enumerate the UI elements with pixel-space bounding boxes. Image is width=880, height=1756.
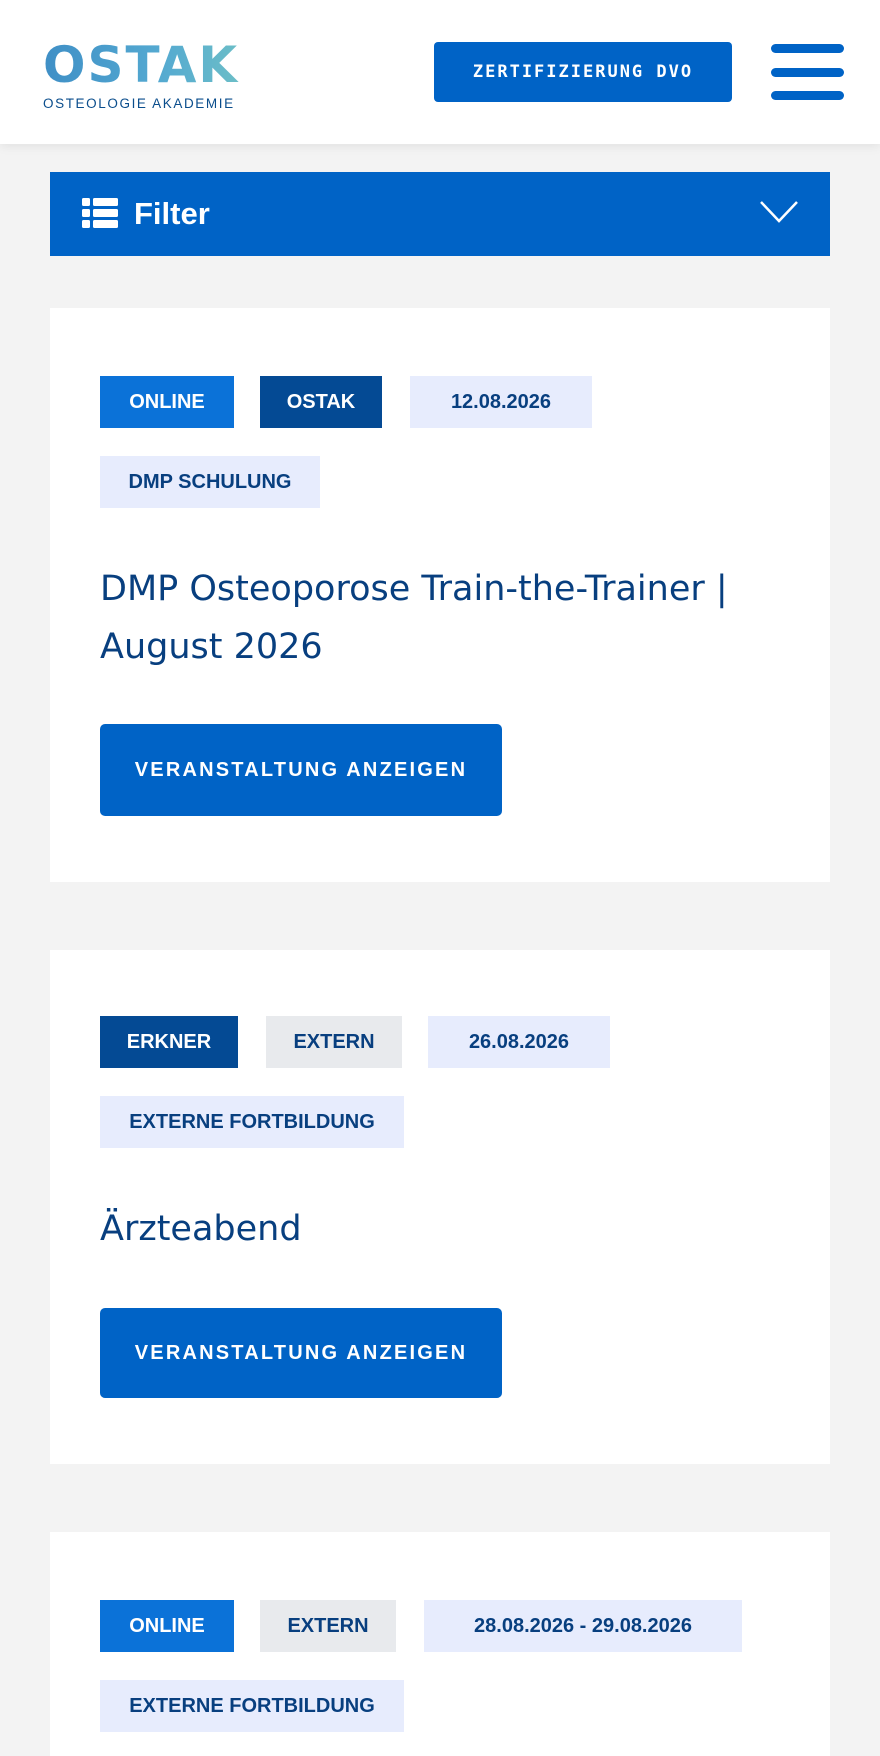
filter-toggle[interactable]: Filter xyxy=(50,172,830,256)
tag-format: ONLINE xyxy=(100,376,234,428)
tag-date: 12.08.2026 xyxy=(410,376,592,428)
menu-bar xyxy=(771,91,844,100)
logo-wordmark: OSTAK xyxy=(43,40,253,90)
tag-format: ONLINE xyxy=(100,1600,234,1652)
event-title: Ärzteabend xyxy=(100,1209,302,1249)
list-icon xyxy=(82,198,118,228)
tag-category: EXTERNE FORTBILDUNG xyxy=(100,1096,404,1148)
zertifizierung-dvo-button[interactable]: ZERTIFIZIERUNG DVO xyxy=(434,42,732,102)
filter-label: Filter xyxy=(134,196,210,231)
hamburger-menu-icon[interactable] xyxy=(771,44,844,100)
menu-bar xyxy=(771,67,844,77)
tag-organizer: EXTERN xyxy=(260,1600,396,1652)
tag-location: ERKNER xyxy=(100,1016,238,1068)
site-header: OSTAK OSTEOLOGIE AKADEMIE ZERTIFIZIERUNG… xyxy=(0,0,880,144)
tag-date: 28.08.2026 - 29.08.2026 xyxy=(424,1600,742,1652)
logo-subtitle: OSTEOLOGIE AKADEMIE xyxy=(43,96,235,111)
view-event-button[interactable]: VERANSTALTUNG ANZEIGEN xyxy=(100,724,502,816)
event-card: ONLINE OSTAK 12.08.2026 DMP SCHULUNG DMP… xyxy=(50,308,830,882)
tag-category: EXTERNE FORTBILDUNG xyxy=(100,1680,404,1732)
menu-bar xyxy=(771,44,844,53)
event-card: ERKNER EXTERN 26.08.2026 EXTERNE FORTBIL… xyxy=(50,950,830,1464)
event-card: ONLINE EXTERN 28.08.2026 - 29.08.2026 EX… xyxy=(50,1532,830,1756)
tag-organizer: OSTAK xyxy=(260,376,382,428)
event-title: DMP Osteoporose Train-the-Trainer | Augu… xyxy=(100,569,728,667)
view-event-button[interactable]: VERANSTALTUNG ANZEIGEN xyxy=(100,1308,502,1398)
ostak-logo[interactable]: OSTAK OSTEOLOGIE AKADEMIE xyxy=(43,40,253,116)
tag-category: DMP SCHULUNG xyxy=(100,456,320,508)
tag-organizer: EXTERN xyxy=(266,1016,402,1068)
tag-date: 26.08.2026 xyxy=(428,1016,610,1068)
chevron-down-icon xyxy=(760,201,798,223)
